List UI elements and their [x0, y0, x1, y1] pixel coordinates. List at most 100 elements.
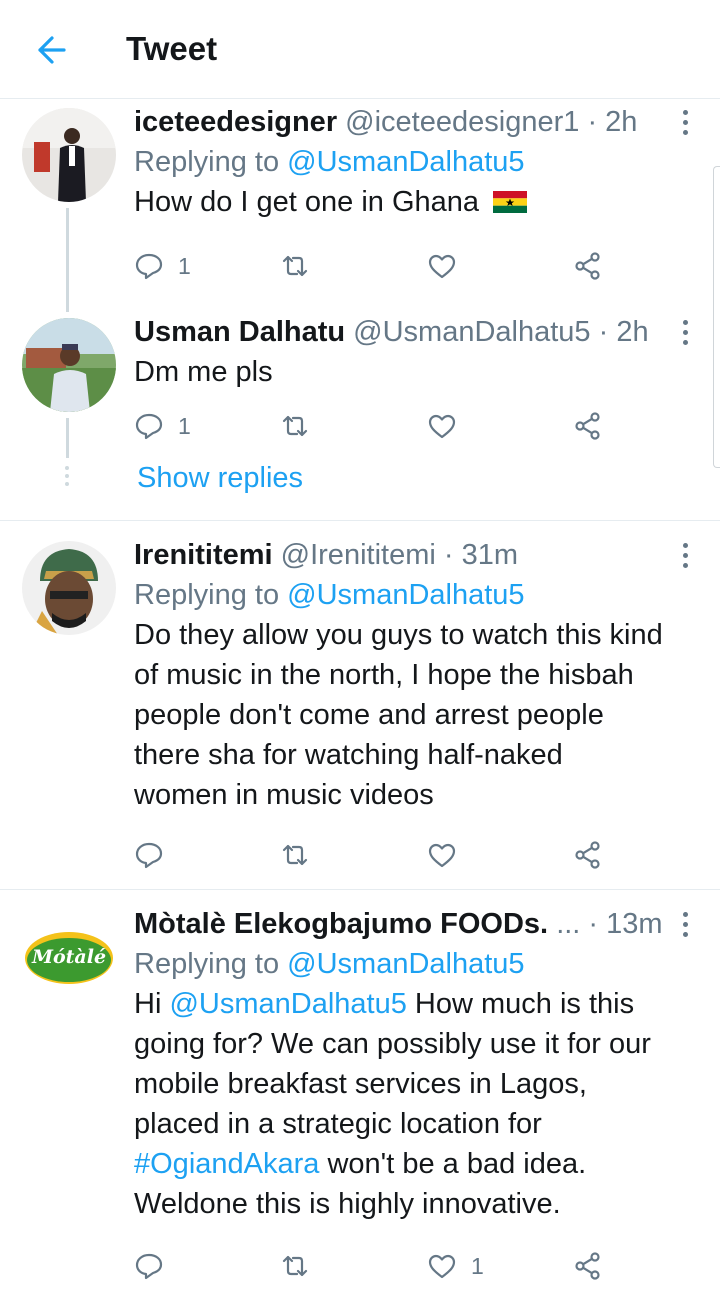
tweet-actions: 1	[134, 406, 634, 446]
timestamp: 2h	[605, 106, 638, 138]
like-button[interactable]: 1	[427, 1246, 484, 1286]
tweet-header: Irenititemi @Irenititemi · 31m	[134, 535, 668, 575]
separator: ·	[598, 316, 609, 348]
author-handle[interactable]: @UsmanDalhatu5	[353, 316, 590, 348]
tweet-item[interactable]: iceteedesigner @iceteedesigner1 · 2h Rep…	[0, 98, 720, 312]
tweet-content: Irenititemi @Irenititemi · 31m Replying …	[134, 535, 668, 815]
avatar[interactable]	[22, 318, 116, 412]
more-options-icon[interactable]	[682, 912, 690, 942]
reply-button[interactable]: 1	[134, 406, 191, 446]
tweet-text: Hi @UsmanDalhatu5 How much is this going…	[134, 984, 668, 1224]
tweet-text-line: #OgiandAkara won't be a bad idea.	[134, 1144, 668, 1184]
tweet-header: Mòtalè Elekogbajumo FOODs. ... · 13m	[134, 904, 668, 944]
tweet-text-line: mobile breakfast services in Lagos,	[134, 1068, 587, 1100]
share-icon	[575, 841, 600, 869]
tweet-text-line: of music in the north, I hope the hisbah	[134, 659, 634, 691]
tweet-item[interactable]: Usman Dalhatu @UsmanDalhatu5 · 2h Dm me …	[0, 308, 720, 520]
thread-line	[66, 418, 69, 458]
retweet-icon	[282, 1255, 308, 1277]
tweet-item[interactable]: Mótàlé Mòtalè Elekogbajumo FOODs. ... · …	[0, 890, 720, 1290]
tweet-header: iceteedesigner @iceteedesigner1 · 2h	[134, 102, 668, 142]
mention-link[interactable]: @UsmanDalhatu5	[287, 579, 524, 611]
replying-to-label: Replying to	[134, 146, 280, 178]
tweet-text: Dm me pls	[134, 356, 273, 388]
truncation-ellipsis: ...	[556, 908, 581, 940]
text-fragment: How much is this	[406, 988, 635, 1020]
retweet-button[interactable]	[280, 246, 310, 286]
tweet-content: Mòtalè Elekogbajumo FOODs. ... · 13m Rep…	[134, 904, 668, 1224]
top-bar: Tweet	[0, 0, 720, 99]
author-name[interactable]: Irenititemi	[134, 539, 273, 571]
separator: ·	[443, 539, 454, 571]
share-icon	[575, 252, 600, 280]
author-name[interactable]: Usman Dalhatu	[134, 316, 345, 348]
retweet-button[interactable]	[280, 1246, 310, 1286]
share-button[interactable]	[573, 246, 603, 286]
timestamp: 31m	[461, 539, 519, 571]
logo-text: Mótàlé	[31, 946, 107, 968]
share-button[interactable]	[573, 1246, 603, 1286]
tweet-item[interactable]: Irenititemi @Irenititemi · 31m Replying …	[0, 521, 720, 889]
tweet-text-body: How do I get one in Ghana	[134, 186, 480, 218]
author-handle[interactable]: @Irenititemi	[281, 539, 436, 571]
reply-button[interactable]	[134, 1246, 164, 1286]
replying-to: Replying to @UsmanDalhatu5	[134, 944, 668, 984]
hashtag-link[interactable]: #OgiandAkara	[134, 1148, 319, 1180]
reply-button[interactable]: 1	[134, 246, 191, 286]
more-options-icon[interactable]	[682, 543, 690, 573]
replying-to: Replying to @UsmanDalhatu5	[134, 142, 668, 182]
retweet-icon	[282, 415, 308, 437]
tweet-text-line: Weldone this is highly innovative.	[134, 1188, 561, 1220]
like-button[interactable]	[427, 246, 457, 286]
share-button[interactable]	[573, 835, 603, 875]
page-title: Tweet	[126, 30, 218, 67]
author-name[interactable]: iceteedesigner	[134, 106, 337, 138]
reply-icon	[135, 842, 163, 869]
tweet-header: Usman Dalhatu @UsmanDalhatu5 · 2h	[134, 312, 668, 352]
tweet-actions	[134, 835, 634, 875]
reply-icon	[135, 413, 163, 440]
back-arrow-icon[interactable]	[30, 30, 70, 70]
ghana-flag-icon	[493, 184, 528, 213]
show-replies-link[interactable]: Show replies	[137, 462, 303, 495]
tweet-text-line: women in music videos	[134, 779, 434, 811]
author-handle[interactable]: @iceteedesigner1	[345, 106, 579, 138]
like-button[interactable]	[427, 406, 457, 446]
reply-count: 1	[178, 252, 191, 279]
text-fragment: won't be a bad idea.	[319, 1148, 587, 1180]
thread-line	[66, 208, 69, 312]
author-name[interactable]: Mòtalè Elekogbajumo FOODs.	[134, 908, 548, 940]
tweet-actions: 1	[134, 246, 634, 286]
avatar[interactable]	[22, 541, 116, 635]
mention-link[interactable]: @UsmanDalhatu5	[287, 146, 524, 178]
mention-link[interactable]: @UsmanDalhatu5	[287, 948, 524, 980]
retweet-button[interactable]	[280, 406, 310, 446]
mention-link[interactable]: @UsmanDalhatu5	[169, 988, 406, 1020]
tweet-text: Do they allow you guys to watch this kin…	[134, 615, 668, 815]
tweet-text-line: placed in a strategic location for	[134, 1108, 542, 1140]
tweet-text-line: there sha for watching half-naked	[134, 739, 563, 771]
more-options-icon[interactable]	[682, 110, 690, 140]
reply-icon	[135, 253, 163, 280]
like-button[interactable]	[427, 835, 457, 875]
reply-icon	[135, 1253, 163, 1280]
avatar[interactable]	[22, 108, 116, 202]
heart-icon	[428, 1254, 456, 1279]
tweet-text: How do I get one in Ghana	[134, 182, 668, 222]
share-icon	[575, 412, 600, 440]
separator: ·	[588, 908, 599, 940]
retweet-button[interactable]	[280, 835, 310, 875]
reply-button[interactable]	[134, 835, 164, 875]
replying-to-label: Replying to	[134, 579, 280, 611]
text-fragment: Hi	[134, 988, 170, 1020]
tweet-text-line: Do they allow you guys to watch this kin…	[134, 619, 663, 651]
timestamp: 13m	[606, 908, 663, 940]
replying-to: Replying to @UsmanDalhatu5	[134, 575, 668, 615]
more-options-icon[interactable]	[682, 320, 690, 350]
tweet-actions: 1	[134, 1246, 634, 1286]
separator: ·	[587, 106, 598, 138]
retweet-icon	[282, 844, 308, 866]
tweet-text-line: Hi @UsmanDalhatu5 How much is this	[134, 984, 668, 1024]
heart-icon	[428, 254, 456, 279]
share-button[interactable]	[573, 406, 603, 446]
